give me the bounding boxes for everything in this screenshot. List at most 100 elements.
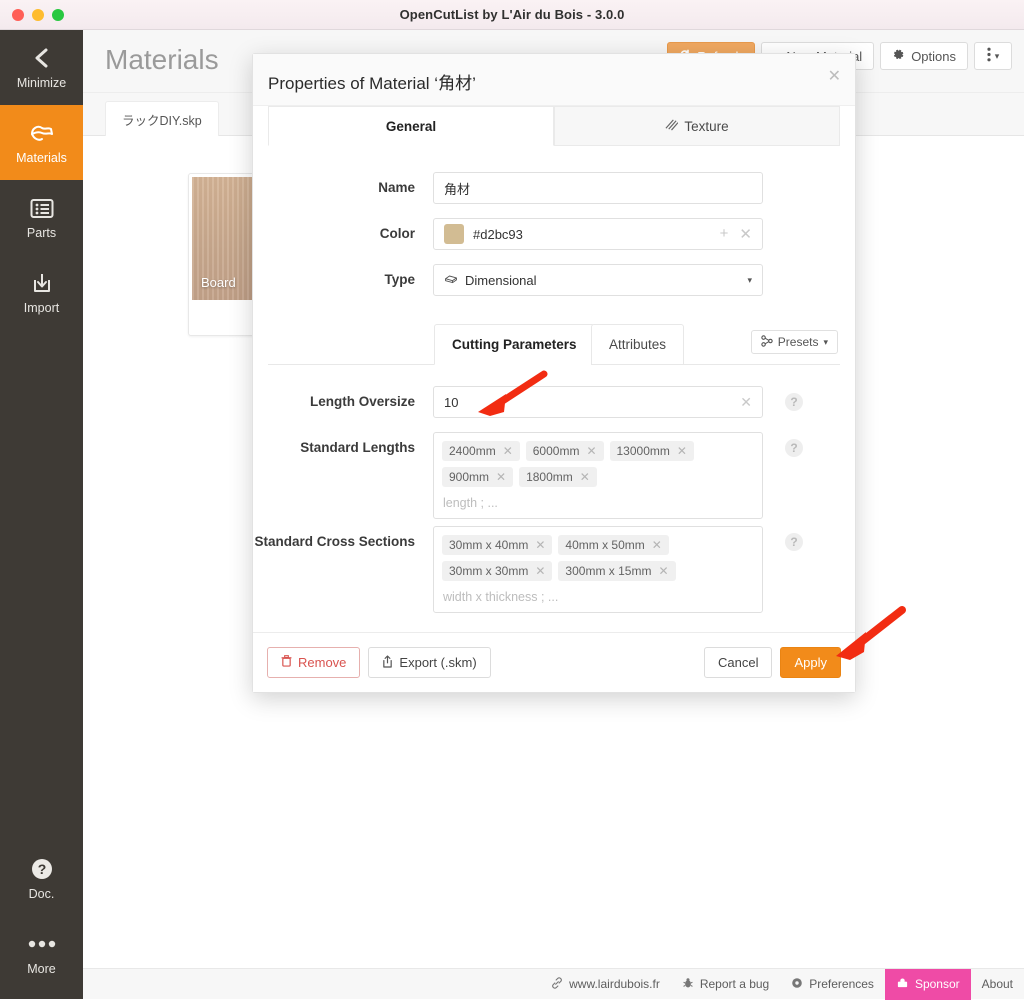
standard-cross-sections-label: Standard Cross Sections — [254, 534, 415, 549]
standard-length-tag[interactable]: 1800mm ✕ — [519, 467, 597, 487]
sidebar-item-materials[interactable]: Materials — [0, 105, 83, 180]
help-icon-standard-lengths[interactable]: ? — [785, 439, 803, 457]
standard-length-tag[interactable]: 2400mm ✕ — [442, 441, 520, 461]
color-field-control: #d2bc93 + ✕ — [433, 218, 763, 250]
cancel-label: Cancel — [718, 655, 759, 670]
sidebar-bottom-group: ? Doc. More — [0, 841, 83, 991]
status-about[interactable]: About — [971, 969, 1024, 1000]
standard-length-tag[interactable]: 900mm ✕ — [442, 467, 514, 487]
remove-tag-icon[interactable]: ✕ — [496, 470, 506, 484]
window-controls[interactable] — [12, 9, 64, 21]
page-title: Materials — [105, 44, 219, 75]
standard-lengths-input[interactable]: 2400mm ✕ 6000mm ✕ 13000mm ✕ 900mm ✕ 1800mm ✕ lengt… — [433, 432, 763, 519]
name-field-control: 角材 — [433, 172, 763, 204]
sidebar-item-doc[interactable]: ? Doc. — [0, 841, 83, 916]
close-window-button[interactable] — [12, 9, 24, 21]
sidebar-item-parts[interactable]: Parts — [0, 180, 83, 255]
remove-button[interactable]: Remove — [267, 647, 361, 678]
remove-tag-icon[interactable]: ✕ — [658, 564, 668, 578]
maximize-window-button[interactable] — [52, 9, 64, 21]
standard-length-tag-label: 6000mm — [532, 444, 580, 458]
sidebar-label-materials: Materials — [16, 151, 67, 165]
sub-tab-attributes-label: Attributes — [609, 337, 667, 352]
clear-icon[interactable]: ✕ — [740, 394, 752, 411]
close-icon[interactable]: ✕ — [739, 225, 752, 243]
texture-icon — [665, 118, 679, 134]
sidebar-item-minimize[interactable]: Minimize — [0, 30, 83, 105]
dialog-footer: Remove Export (.skm) Cancel Apply — [253, 632, 855, 692]
remove-tag-icon[interactable]: ✕ — [677, 444, 687, 458]
color-actions: + ✕ — [720, 225, 752, 243]
sidebar-label-import: Import — [23, 301, 60, 315]
gear-icon — [791, 977, 803, 992]
type-select[interactable]: Dimensional ▾ — [433, 264, 763, 296]
standard-cross-section-tag-label: 30mm x 30mm — [449, 564, 529, 578]
standard-cross-section-tag[interactable]: 40mm x 50mm ✕ — [558, 535, 669, 555]
standard-cross-section-tag[interactable]: 300mm x 15mm ✕ — [558, 561, 676, 581]
status-label-sponsor: Sponsor — [914, 977, 960, 991]
standard-length-placeholder: length ; ... — [443, 496, 498, 510]
standard-length-tag[interactable]: 6000mm ✕ — [525, 441, 604, 461]
type-label: Type — [384, 272, 415, 287]
sidebar-label-minimize: Minimize — [16, 76, 67, 90]
options-button[interactable]: Options — [880, 42, 968, 70]
plus-icon[interactable]: + — [720, 225, 729, 243]
standard-length-tag[interactable]: 13000mm ✕ — [609, 441, 694, 461]
standard-lengths-control: 2400mm ✕ 6000mm ✕ 13000mm ✕ 900mm ✕ 1800mm ✕ lengt… — [433, 432, 803, 519]
name-input[interactable]: 角材 — [433, 172, 763, 204]
sponsor-icon — [896, 977, 909, 992]
export-button[interactable]: Export (.skm) — [368, 647, 491, 678]
remove-tag-icon[interactable]: ✕ — [580, 470, 590, 484]
status-report-bug[interactable]: Report a bug — [671, 969, 780, 1000]
tab-texture[interactable]: Texture — [554, 106, 840, 146]
color-swatch[interactable] — [444, 224, 464, 244]
cancel-button[interactable]: Cancel — [704, 647, 773, 678]
overflow-menu-button[interactable]: ▾ — [974, 42, 1012, 70]
status-link-website[interactable]: www.lairdubois.fr — [540, 969, 671, 1000]
file-tab-rackdiy[interactable]: ラックDIY.skp — [105, 101, 219, 136]
sidebar-item-more[interactable]: More — [0, 916, 83, 991]
remove-tag-icon[interactable]: ✕ — [535, 538, 545, 552]
length-oversize-value: 10 — [444, 394, 459, 410]
sub-tab-cutting-parameters[interactable]: Cutting Parameters — [434, 324, 595, 365]
standard-cross-sections-input[interactable]: 30mm x 40mm ✕ 40mm x 50mm ✕ 30mm x 30mm ✕ 300m… — [433, 526, 763, 613]
remove-tag-icon[interactable]: ✕ — [586, 444, 596, 458]
tab-general[interactable]: General — [268, 106, 554, 146]
standard-cross-section-tag-label: 30mm x 40mm — [449, 538, 529, 552]
length-oversize-input[interactable]: 10 ✕ — [433, 386, 763, 418]
close-icon[interactable]: ✕ — [828, 69, 841, 85]
standard-cross-section-tag[interactable]: 30mm x 40mm ✕ — [442, 535, 553, 555]
length-oversize-label: Length Oversize — [309, 394, 415, 409]
standard-length-tag-label: 1800mm — [526, 470, 573, 484]
remove-tag-icon[interactable]: ✕ — [652, 538, 662, 552]
minimize-window-button[interactable] — [32, 9, 44, 21]
dialog-title: Properties of Material ‘角材’ — [268, 74, 476, 93]
help-icon-length-oversize[interactable]: ? — [785, 393, 803, 411]
chevron-down-icon[interactable]: ▾ — [747, 275, 752, 286]
standard-cross-section-tag[interactable]: 30mm x 30mm ✕ — [442, 561, 553, 581]
sub-tab-cutting-label: Cutting Parameters — [452, 337, 577, 352]
status-sponsor[interactable]: Sponsor — [884, 968, 971, 1000]
chevron-down-icon: ▾ — [994, 50, 1000, 61]
tab-general-label: General — [385, 118, 437, 134]
color-input[interactable]: #d2bc93 + ✕ — [433, 218, 763, 250]
apply-button[interactable]: Apply — [780, 647, 841, 678]
remove-label: Remove — [298, 655, 347, 670]
presets-button[interactable]: Presets ▾ — [750, 330, 838, 354]
trash-icon — [281, 655, 292, 670]
remove-tag-icon[interactable]: ✕ — [535, 564, 545, 578]
sidebar-item-import[interactable]: Import — [0, 255, 83, 330]
export-label: Export (.skm) — [399, 655, 477, 670]
status-preferences[interactable]: Preferences — [780, 969, 885, 1000]
remove-tag-icon[interactable]: ✕ — [503, 444, 513, 458]
field-row-standard-cross-sections: Standard Cross Sections 30mm x 40mm ✕ 40mm… — [253, 526, 803, 613]
options-label: Options — [911, 48, 956, 64]
import-icon — [30, 270, 54, 296]
standard-cross-sections-control: 30mm x 40mm ✕ 40mm x 50mm ✕ 30mm x 30mm ✕ 300m… — [433, 526, 803, 613]
dialog-header: Properties of Material ‘角材’ ✕ — [253, 54, 855, 106]
gear-icon — [892, 48, 905, 64]
sub-tab-attributes[interactable]: Attributes — [591, 324, 685, 365]
status-label-about: About — [981, 977, 1013, 991]
help-icon-standard-cross-sections[interactable]: ? — [785, 533, 803, 551]
field-row-name: Name 角材 — [253, 172, 763, 204]
